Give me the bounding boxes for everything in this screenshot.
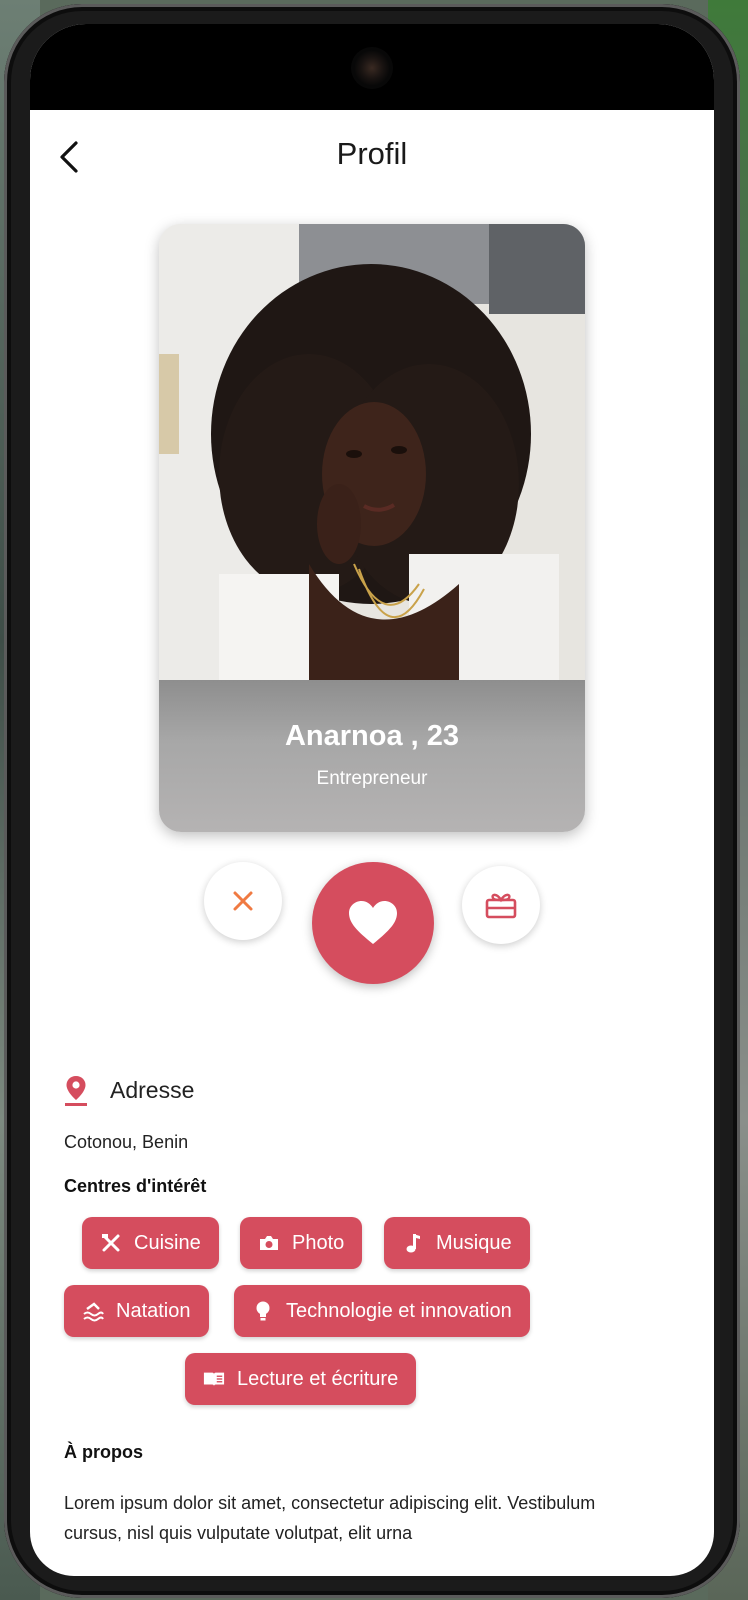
gift-icon xyxy=(485,893,517,919)
heart-icon xyxy=(349,901,397,944)
front-camera xyxy=(351,47,393,89)
interest-label: Photo xyxy=(292,1231,345,1254)
music-note-icon xyxy=(402,1232,424,1254)
interest-label: Technologie et innovation xyxy=(286,1299,512,1322)
page-title: Profil xyxy=(336,136,408,171)
profile-photo xyxy=(159,224,585,680)
interest-chip-lecture[interactable]: Lecture et écriture xyxy=(185,1353,417,1405)
profile-card[interactable]: Anarnoa , 23 Entrepreneur xyxy=(159,224,585,832)
address-label: Adresse xyxy=(110,1076,195,1103)
camera-icon xyxy=(258,1232,280,1254)
location-pin-icon xyxy=(65,1076,87,1106)
interest-chip-technologie[interactable]: Technologie et innovation xyxy=(234,1285,530,1337)
utensils-icon xyxy=(100,1232,122,1254)
dislike-button[interactable] xyxy=(204,862,282,940)
like-button[interactable] xyxy=(312,862,434,984)
book-icon xyxy=(203,1368,225,1390)
gift-button[interactable] xyxy=(462,866,540,944)
profile-name-age: Anarnoa , 23 xyxy=(284,720,460,752)
status-bar xyxy=(30,24,714,110)
header: Profil xyxy=(30,110,714,200)
address-value: Cotonou, Benin xyxy=(64,1132,189,1152)
swimming-icon xyxy=(82,1300,104,1322)
interest-chip-musique[interactable]: Musique xyxy=(384,1217,530,1269)
interest-label: Natation xyxy=(116,1299,191,1322)
interest-chip-natation[interactable]: Natation xyxy=(64,1285,209,1337)
profile-occupation: Entrepreneur xyxy=(316,768,428,789)
interest-chip-photo[interactable]: Photo xyxy=(240,1217,363,1269)
address-row: Adresse xyxy=(64,1074,194,1106)
lightbulb-icon xyxy=(252,1300,274,1322)
phone-frame: Profil Anarnoa , 23 Entrepreneur Adresse… xyxy=(4,4,740,1598)
profile-card-info: Anarnoa , 23 Entrepreneur xyxy=(159,680,585,832)
interest-label: Lecture et écriture xyxy=(237,1367,399,1390)
interest-chip-cuisine[interactable]: Cuisine xyxy=(82,1217,219,1269)
screen: Profil Anarnoa , 23 Entrepreneur Adresse… xyxy=(30,24,714,1576)
close-icon xyxy=(233,891,253,911)
interest-label: Cuisine xyxy=(134,1231,201,1254)
about-text: Lorem ipsum dolor sit amet, consectetur … xyxy=(64,1493,596,1543)
interests-title: Centres d'intérêt xyxy=(64,1176,207,1196)
interest-label: Musique xyxy=(436,1231,512,1254)
about-title: À propos xyxy=(64,1442,143,1462)
